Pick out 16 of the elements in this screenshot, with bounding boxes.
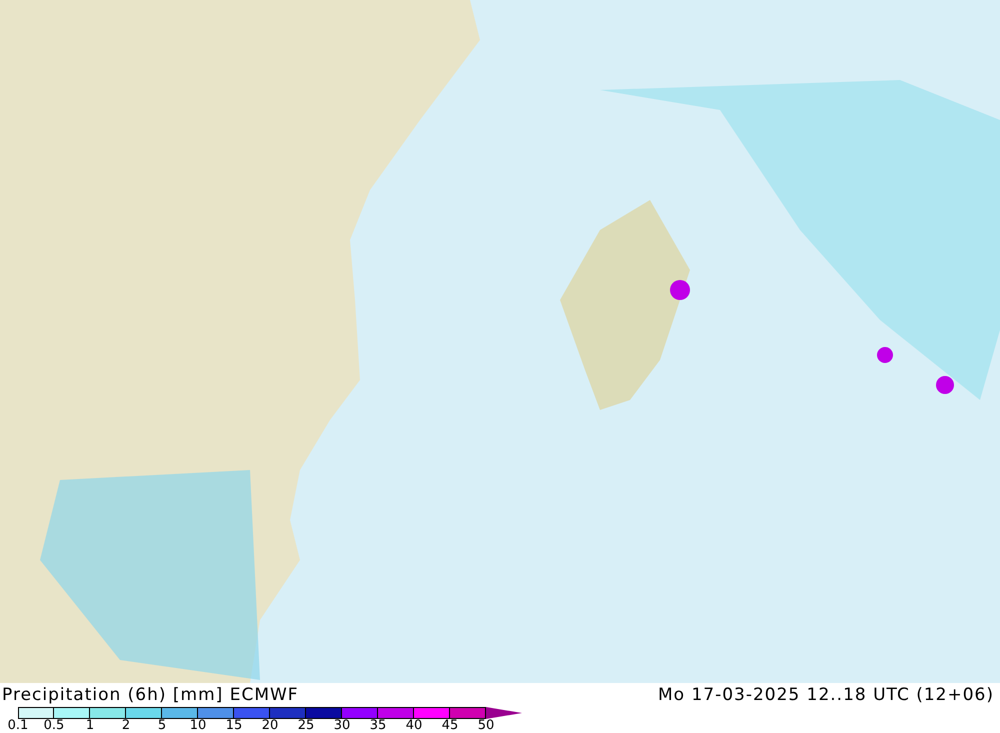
legend-label: 20	[260, 719, 280, 733]
legend-label: 50	[476, 719, 496, 733]
legend-label: 15	[224, 719, 244, 733]
map-title: Precipitation (6h) [mm] ECMWF	[2, 685, 299, 705]
legend-label: 35	[368, 719, 388, 733]
legend-label: 5	[156, 719, 168, 733]
legend-label: 25	[296, 719, 316, 733]
legend-label: 0.5	[42, 719, 66, 733]
valid-time: Mo 17-03-2025 12..18 UTC (12+06)	[658, 685, 994, 705]
legend-label: 1	[84, 719, 96, 733]
legend-label: 30	[332, 719, 352, 733]
legend-label: 2	[120, 719, 132, 733]
legend-label: 10	[188, 719, 208, 733]
legend-label: 0.1	[6, 719, 30, 733]
legend-label: 45	[440, 719, 460, 733]
legend-label: 40	[404, 719, 424, 733]
